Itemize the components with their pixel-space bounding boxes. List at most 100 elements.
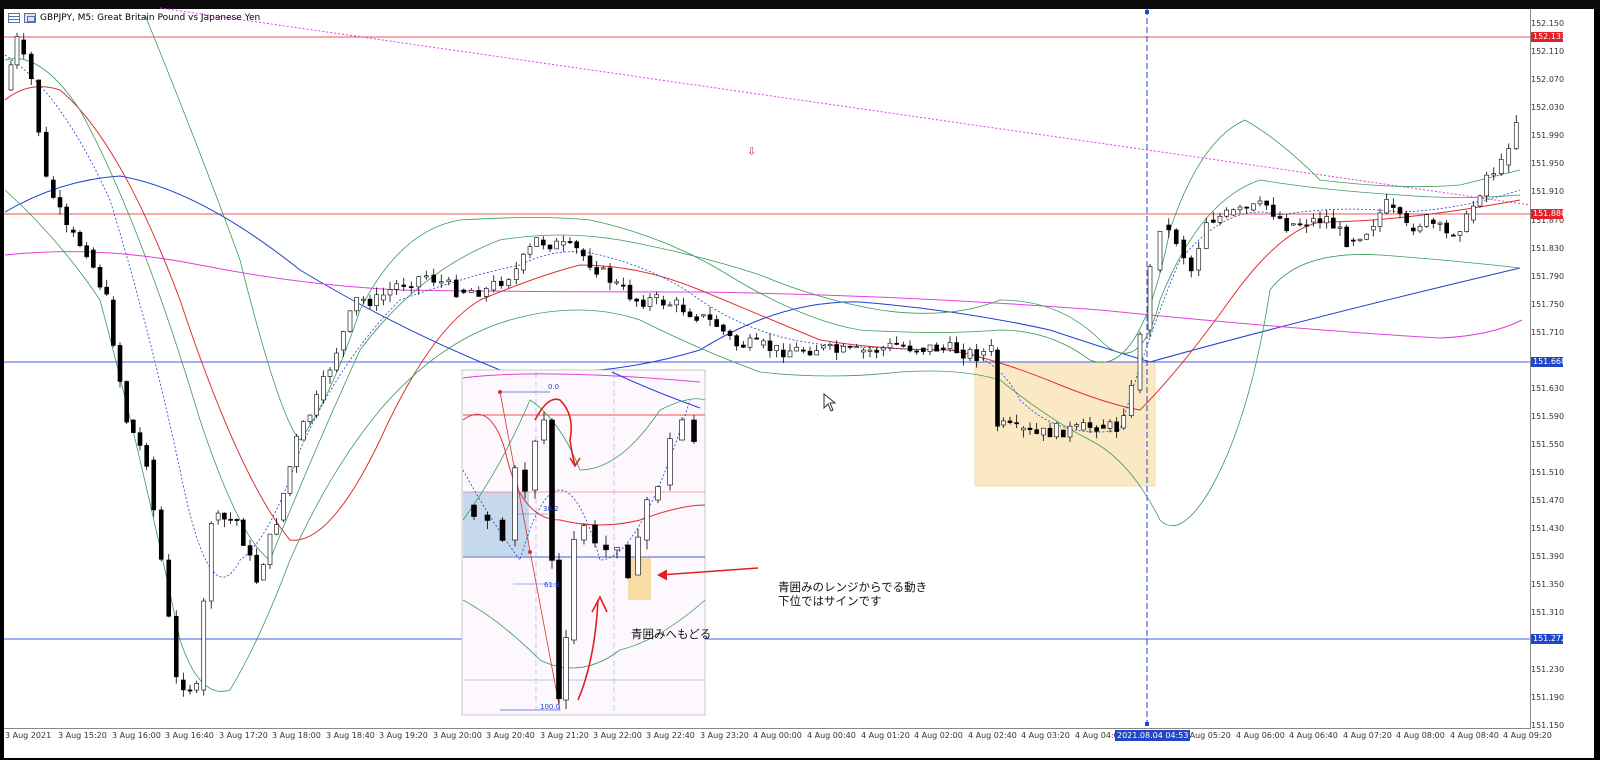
candle-body [215,512,221,521]
candle-body [367,298,373,306]
candle-body [1264,200,1269,206]
price-tick-label: 151.830 [1531,244,1565,253]
candle-body [84,245,89,258]
candle-body [534,237,539,247]
candle-body [461,289,467,293]
candle-body [1014,422,1019,425]
candle-body [43,131,49,177]
candle-body [1034,429,1039,434]
candle-body [641,299,646,307]
time-tick-label: 3 Aug 16:40 [165,731,214,740]
candle-body [21,39,27,55]
candle-body [667,438,673,486]
candle-body [247,545,253,556]
price-tick-label: 151.230 [1531,665,1565,674]
fib-label-618: 61.8 [544,581,560,589]
candle-body [667,304,673,307]
candle-body [1021,427,1026,431]
candle-body [621,284,626,287]
candle-body [541,239,546,246]
candle-body [347,310,353,332]
candle-body [261,564,266,581]
candle-body [71,229,76,233]
candle-body [374,294,379,306]
price-tick-label: 151.310 [1531,608,1565,617]
candles [8,32,1519,697]
candle-body [1061,429,1066,438]
price-chart[interactable]: 0.0 38.2 61.8 100.0 [0,0,1600,760]
candle-body [1181,239,1187,259]
fib-label-100: 100.0 [540,703,560,711]
time-tick-label: 4 Aug 08:00 [1396,731,1445,740]
price-level-tag: 151.668 [1531,357,1567,367]
candle-body [287,466,293,494]
candle-body [594,267,599,275]
candle-body [361,298,366,301]
candle-body [1114,421,1119,432]
price-axis[interactable] [1530,9,1595,729]
candle-body [1231,209,1236,216]
candle-body [547,244,553,250]
candle-body [1284,218,1289,232]
price-tick-label: 152.030 [1531,103,1565,112]
candle-body [707,314,713,320]
time-tick-label: 4 Aug 00:40 [807,731,856,740]
candle-body [1471,205,1476,221]
candle-body [581,525,587,541]
candle-body [194,683,199,691]
inset-note: 青囲みへもどる [631,627,712,641]
candle-body [181,679,186,691]
price-tick-label: 151.590 [1531,412,1565,421]
candle-body [701,314,706,317]
bollinger-lower [4,189,1521,692]
candle-body [981,350,987,356]
price-tick-label: 151.910 [1531,187,1565,196]
candle-body [522,469,528,492]
candle-body [104,286,109,295]
price-tick-label: 151.470 [1531,496,1565,505]
candle-body [691,419,697,442]
candle-body [1074,424,1079,427]
price-tick-label: 151.710 [1531,328,1565,337]
candle-body [1364,233,1369,240]
candle-body [655,486,661,501]
candle-body [51,179,56,198]
candle-body [512,467,518,541]
annotation-line-2: 下位ではサインです [778,594,882,608]
candle-body [222,512,227,520]
candle-body [301,421,306,441]
candle-body [1101,424,1106,429]
candle-body [228,518,233,521]
candle-body [914,350,919,353]
time-tick-label: 3 Aug 16:00 [112,731,161,740]
candle-body [267,533,273,565]
candle-body [1506,148,1512,166]
candle-body [1484,174,1489,197]
candle-body [541,419,547,441]
price-tick-label: 151.950 [1531,159,1565,168]
candle-body [476,290,482,297]
candle-body [1411,227,1416,232]
candle-body [354,296,359,312]
candle-body [1424,214,1429,227]
candle-body [694,316,699,321]
candle-body [954,342,959,354]
candle-body [787,350,793,358]
candle-body [587,255,593,268]
candle-body [484,514,491,521]
chart-window-icon[interactable] [24,13,36,23]
crosshair-marker-top [1145,10,1149,14]
candle-body [607,267,613,283]
candle-body [1157,230,1163,271]
candle-body [1054,422,1059,438]
candle-body [549,419,555,561]
indicators [4,14,1523,692]
candle-body [814,350,819,356]
candle-body [1217,215,1223,223]
candle-body [827,344,833,347]
candle-body [625,544,631,579]
candle-body [761,340,766,346]
time-tick-label: 4 Aug 00:00 [753,731,802,740]
time-tick-label: 4 Aug 01:20 [861,731,910,740]
chart-menu-icon[interactable] [8,13,20,23]
